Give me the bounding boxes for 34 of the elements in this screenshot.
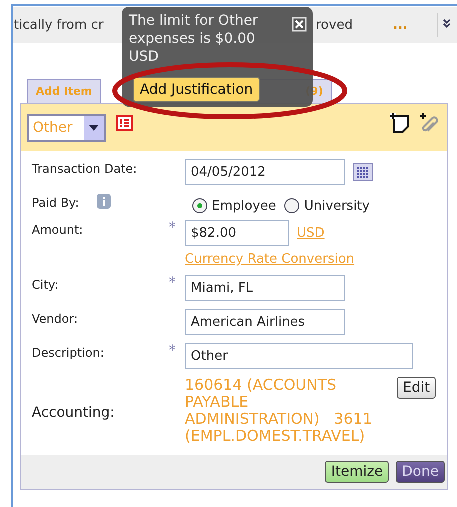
field-label: Vendor: (32, 311, 79, 326)
required-asterisk: * (169, 343, 177, 359)
warning-list-icon[interactable] (116, 114, 133, 130)
text-field[interactable]: American Airlines (185, 309, 345, 335)
date-field[interactable]: 04/05/2012 (185, 159, 345, 185)
banner-text: tically from cr (14, 18, 104, 32)
radio-button[interactable] (192, 198, 208, 214)
add-attachment-icon[interactable] (419, 112, 441, 134)
calendar-icon[interactable] (353, 163, 373, 181)
text-field[interactable]: Miami, FL (185, 275, 345, 301)
tooltip-message: The limit for Other expenses is $0.00 USD (129, 12, 260, 66)
add-note-icon[interactable] (389, 112, 411, 134)
banner-text: roved (316, 18, 353, 32)
itemize-button[interactable]: Itemize (325, 461, 390, 483)
field-label: City: (32, 277, 60, 292)
add-justification-button[interactable]: Add Justification (133, 77, 260, 102)
field-label: Accounting: (32, 404, 116, 420)
done-button[interactable]: Done (396, 461, 445, 483)
required-asterisk: * (169, 220, 177, 236)
text-field[interactable]: Other (185, 343, 413, 369)
edit-button[interactable]: Edit (397, 377, 436, 399)
close-icon[interactable] (292, 17, 307, 32)
expand-icon[interactable] (443, 18, 451, 28)
required-asterisk: * (169, 275, 177, 291)
field-label: Description: (32, 345, 106, 360)
accounting-code-text: 160614 (ACCOUNTS PAYABLE ADMINISTRATION) 3611 (EMPL.DOMEST.TRAVEL) (185, 377, 374, 445)
radio-button[interactable] (284, 198, 300, 214)
amount-field[interactable]: $82.00 (185, 220, 289, 246)
radio-option[interactable]: University (284, 198, 370, 214)
field-label: Paid By: (32, 195, 80, 210)
field-label: Transaction Date: (32, 161, 138, 176)
field-label: Amount: (32, 222, 84, 237)
radio-option[interactable]: Employee (192, 198, 276, 214)
dropdown-arrow-icon (89, 124, 99, 130)
